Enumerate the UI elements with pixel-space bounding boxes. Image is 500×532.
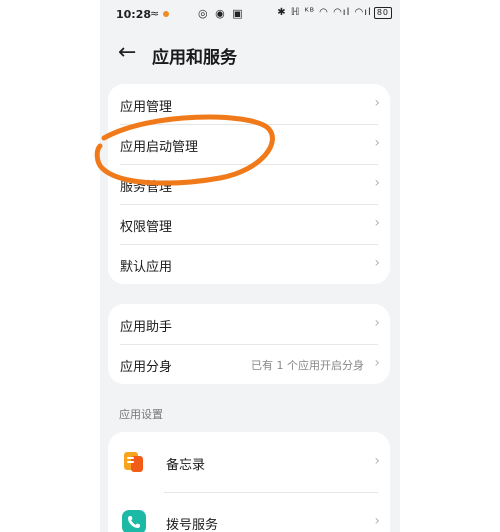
chevron-right-icon: ›	[374, 315, 380, 331]
row-default-apps[interactable]: 默认应用 ›	[108, 244, 390, 284]
status-bar: 10:28 ≈ ◎ ◉ ▣ ✱ ℍ ᴷᴮ ◠ ◠ıl ◠ıl 80	[100, 0, 400, 30]
row-app-twin[interactable]: 应用分身 已有 1 个应用开启分身 ›	[108, 344, 390, 384]
row-label: 服务管理	[120, 180, 173, 195]
settings-card-main: 应用管理 › 应用启动管理 › 服务管理 › 权限管理 › 默认应用 ›	[108, 84, 390, 284]
chevron-right-icon: ›	[374, 135, 380, 151]
settings-card-secondary: 应用助手 › 应用分身 已有 1 个应用开启分身 ›	[108, 304, 390, 384]
app-row-memo[interactable]: 备忘录 ›	[108, 432, 390, 492]
row-app-launch-management[interactable]: 应用启动管理 ›	[108, 124, 390, 164]
back-arrow-icon[interactable]: ←	[118, 40, 136, 65]
chevron-right-icon: ›	[374, 255, 380, 271]
status-time: 10:28	[116, 8, 152, 21]
row-app-assistant[interactable]: 应用助手 ›	[108, 304, 390, 344]
row-app-management[interactable]: 应用管理 ›	[108, 84, 390, 124]
app-status-icons: ◎ ◉ ▣	[198, 7, 245, 20]
chevron-right-icon: ›	[374, 355, 380, 371]
battery-icon: 80	[373, 7, 392, 19]
page-header: ← 应用和服务	[100, 36, 400, 72]
app-label: 备忘录	[166, 458, 206, 473]
signal-wifi-icons: ✱ ℍ ᴷᴮ ◠ ◠ıl ◠ıl	[277, 7, 372, 18]
row-service-management[interactable]: 服务管理 ›	[108, 164, 390, 204]
chevron-right-icon: ›	[374, 215, 380, 231]
chevron-right-icon: ›	[374, 95, 380, 111]
row-label: 应用分身	[120, 360, 173, 375]
wave-icon: ≈	[150, 7, 161, 20]
page-title: 应用和服务	[152, 48, 237, 68]
row-value: 已有 1 个应用开启分身	[251, 359, 364, 372]
phone-dialer-icon	[122, 510, 146, 532]
chevron-right-icon: ›	[374, 513, 380, 529]
row-label: 应用助手	[120, 320, 173, 335]
row-permission-management[interactable]: 权限管理 ›	[108, 204, 390, 244]
row-label: 应用管理	[120, 100, 173, 115]
chevron-right-icon: ›	[374, 175, 380, 191]
memo-icon	[122, 450, 146, 474]
row-label: 应用启动管理	[120, 140, 199, 155]
phone-screen: 10:28 ≈ ◎ ◉ ▣ ✱ ℍ ᴷᴮ ◠ ◠ıl ◠ıl 80 ← 应用和服务…	[100, 0, 400, 532]
app-label: 拨号服务	[166, 518, 219, 532]
section-header-app-settings: 应用设置	[119, 408, 163, 421]
row-label: 权限管理	[120, 220, 173, 235]
notification-icons: ≈	[150, 7, 170, 20]
notification-dot-icon	[163, 11, 170, 17]
app-list-card: 备忘录 › 拨号服务 ›	[108, 432, 390, 532]
app-row-dialer[interactable]: 拨号服务 ›	[108, 492, 390, 532]
system-status-icons: ✱ ℍ ᴷᴮ ◠ ◠ıl ◠ıl 80	[277, 7, 392, 19]
row-label: 默认应用	[120, 260, 173, 275]
chevron-right-icon: ›	[374, 453, 380, 469]
